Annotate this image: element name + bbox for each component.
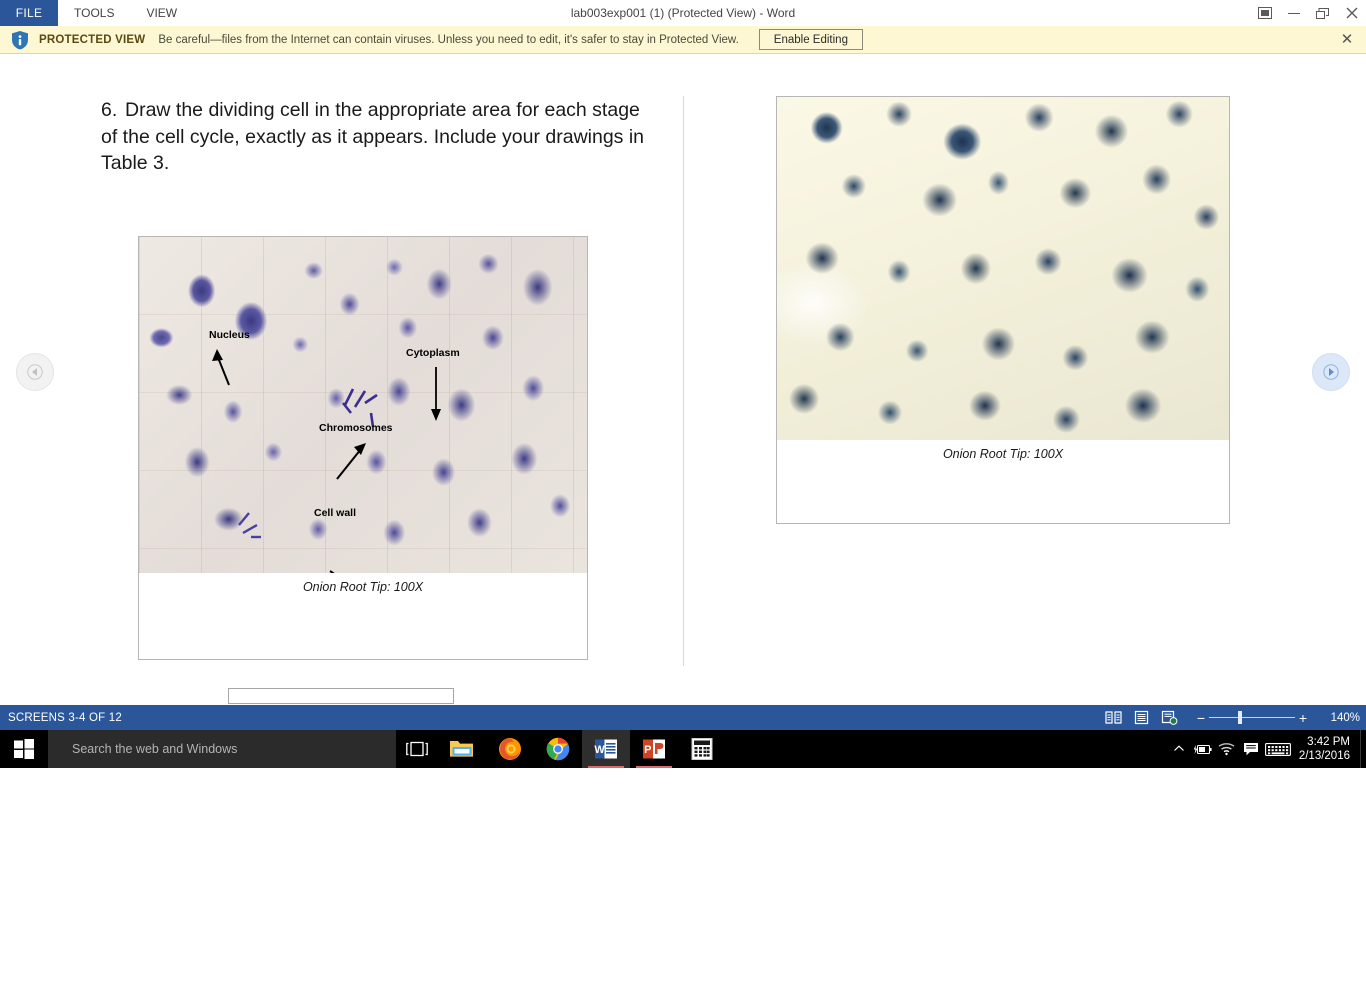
screen-indicator: SCREENS 3-4 OF 12 bbox=[8, 711, 122, 724]
windows-logo-icon bbox=[14, 739, 34, 759]
protected-view-label: PROTECTED VIEW bbox=[39, 33, 146, 46]
zoom-slider-track bbox=[1209, 717, 1295, 718]
firefox-icon bbox=[499, 738, 521, 760]
web-layout-icon[interactable] bbox=[1155, 705, 1183, 730]
protected-view-message: Be careful—files from the Internet can c… bbox=[158, 33, 739, 46]
ribbon-display-options-icon[interactable] bbox=[1250, 0, 1279, 26]
minimize-icon[interactable] bbox=[1279, 0, 1308, 26]
annotation-cytoplasm: Cytoplasm bbox=[406, 347, 460, 359]
battery-charging-icon[interactable] bbox=[1191, 730, 1215, 768]
wifi-icon[interactable] bbox=[1215, 730, 1239, 768]
column-divider bbox=[683, 96, 684, 666]
taskbar-app-calculator[interactable] bbox=[678, 730, 726, 768]
word-icon: W bbox=[594, 739, 617, 759]
annotation-arrows-left bbox=[212, 349, 441, 573]
show-desktop-button[interactable] bbox=[1360, 730, 1366, 768]
table-cell-input[interactable] bbox=[228, 688, 454, 704]
annotation-cell-wall: Cell wall bbox=[314, 507, 357, 519]
powerpoint-icon: P bbox=[643, 739, 665, 759]
zoom-slider[interactable] bbox=[1209, 705, 1295, 730]
figure-onion-root-tip-left: Nucleus Cytoplasm Chromosomes Cell wall … bbox=[138, 236, 588, 660]
taskbar-app-firefox[interactable] bbox=[486, 730, 534, 768]
status-bar-right: − + 140% bbox=[1099, 705, 1360, 730]
status-bar: SCREENS 3-4 OF 12 − + 140% bbox=[0, 705, 1366, 730]
protected-view-bar: PROTECTED VIEW Be careful—files from the… bbox=[0, 26, 1366, 54]
chevron-right-icon bbox=[1323, 364, 1339, 380]
zoom-control: − + 140% bbox=[1193, 705, 1360, 730]
paragraph-text: Draw the dividing cell in the appropriat… bbox=[101, 99, 645, 175]
list-number: 6. bbox=[101, 99, 118, 121]
zoom-level-label[interactable]: 140% bbox=[1322, 712, 1360, 724]
close-icon[interactable] bbox=[1337, 0, 1366, 26]
action-center-icon[interactable] bbox=[1239, 730, 1263, 768]
taskbar-app-powerpoint[interactable]: P bbox=[630, 730, 678, 768]
start-button[interactable] bbox=[0, 730, 48, 768]
taskbar-app-word[interactable]: W bbox=[582, 730, 630, 768]
taskbar: Search the web and Windows W P 3:42 PM 2… bbox=[0, 730, 1366, 768]
task-view-button[interactable] bbox=[396, 730, 438, 768]
clock-time: 3:42 PM bbox=[1307, 736, 1350, 748]
search-input[interactable]: Search the web and Windows bbox=[48, 730, 396, 768]
figure-caption-right: Onion Root Tip: 100X bbox=[942, 447, 1064, 461]
file-tab[interactable]: FILE bbox=[0, 0, 58, 26]
system-tray: 3:42 PM 2/13/2016 bbox=[1167, 730, 1366, 768]
close-protected-view-icon[interactable]: ✕ bbox=[1338, 30, 1356, 48]
taskbar-app-file-explorer[interactable] bbox=[438, 730, 486, 768]
title-bar: FILE TOOLS VIEW bbox=[0, 0, 1366, 26]
chevron-left-icon bbox=[27, 364, 43, 380]
svg-text:W: W bbox=[594, 744, 605, 756]
previous-screen-button[interactable] bbox=[16, 353, 54, 391]
micrograph-image-left: Nucleus Cytoplasm Chromosomes Cell wall bbox=[139, 237, 587, 573]
zoom-slider-thumb[interactable] bbox=[1238, 711, 1242, 724]
document-canvas: 6. Draw the dividing cell in the appropr… bbox=[0, 54, 1366, 705]
svg-text:P: P bbox=[644, 744, 651, 756]
file-explorer-icon bbox=[450, 741, 473, 757]
tab-view[interactable]: VIEW bbox=[130, 0, 193, 26]
annotation-nucleus: Nucleus bbox=[209, 329, 250, 341]
figure-onion-root-tip-right: Onion Root Tip: 100X bbox=[776, 96, 1230, 524]
window-controls bbox=[1250, 0, 1366, 26]
tab-tools[interactable]: TOOLS bbox=[58, 0, 130, 26]
task-view-icon bbox=[406, 741, 428, 757]
chrome-icon bbox=[546, 737, 570, 761]
read-mode-icon[interactable] bbox=[1099, 705, 1127, 730]
zoom-out-button[interactable]: − bbox=[1193, 710, 1209, 726]
show-hidden-icons-icon[interactable] bbox=[1167, 730, 1191, 768]
restore-icon[interactable] bbox=[1308, 0, 1337, 26]
next-screen-button[interactable] bbox=[1312, 353, 1350, 391]
zoom-in-button[interactable]: + bbox=[1295, 710, 1311, 726]
figure-caption-left: Onion Root Tip: 100X bbox=[302, 580, 424, 594]
taskbar-app-chrome[interactable] bbox=[534, 730, 582, 768]
document-paragraph: 6. Draw the dividing cell in the appropr… bbox=[101, 97, 661, 177]
info-icon bbox=[10, 30, 30, 50]
search-placeholder: Search the web and Windows bbox=[72, 742, 238, 756]
clock-date: 2/13/2016 bbox=[1298, 750, 1350, 762]
enable-editing-button[interactable]: Enable Editing bbox=[758, 29, 863, 50]
calculator-icon bbox=[691, 738, 713, 760]
clock[interactable]: 3:42 PM 2/13/2016 bbox=[1299, 735, 1350, 763]
micrograph-image-right bbox=[777, 97, 1229, 440]
touch-keyboard-icon[interactable] bbox=[1263, 730, 1293, 768]
print-layout-icon[interactable] bbox=[1127, 705, 1155, 730]
annotation-chromosomes: Chromosomes bbox=[319, 422, 393, 434]
